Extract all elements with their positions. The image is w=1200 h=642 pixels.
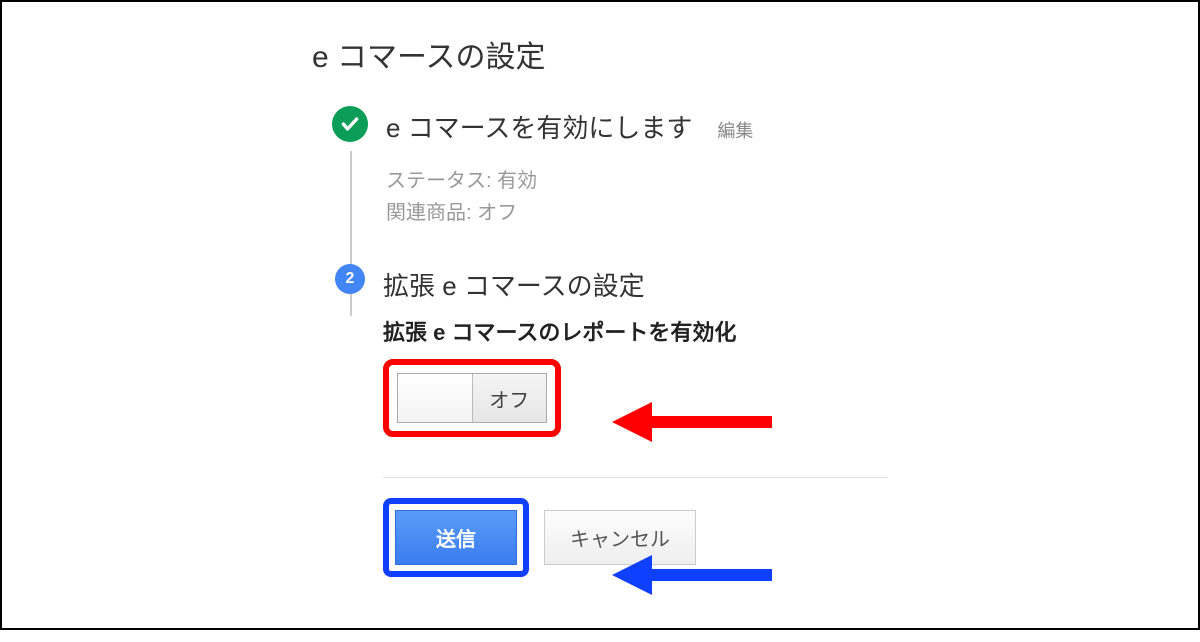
divider (383, 477, 888, 478)
status-value: 有効 (497, 170, 537, 192)
step-1: e コマースを有効にします 編集 ステータス: 有効 関連商品: オフ (332, 106, 888, 229)
submit-button[interactable]: 送信 (395, 510, 517, 565)
related-label: 関連商品: (386, 202, 472, 224)
annotation-arrow-blue-icon (612, 550, 772, 600)
step-1-title: e コマースを有効にします (386, 108, 692, 145)
annotation-arrow-red-icon (612, 397, 772, 447)
edit-link[interactable]: 編集 (717, 117, 753, 143)
page-title: e コマースの設定 (312, 32, 888, 76)
step-1-details: ステータス: 有効 関連商品: オフ (386, 165, 888, 229)
step-2: 2 拡張 e コマースの設定 拡張 e コマースのレポートを有効化 オフ 送信 … (332, 264, 888, 577)
step-2-subtitle: 拡張 e コマースのレポートを有効化 (383, 315, 888, 347)
toggle-on-side (398, 374, 473, 422)
step-number-icon: 2 (335, 264, 365, 294)
enhanced-ecommerce-toggle[interactable]: オフ (397, 373, 547, 423)
toggle-highlight: オフ (383, 359, 561, 437)
step-2-title: 拡張 e コマースの設定 (383, 266, 888, 303)
toggle-off-side: オフ (473, 374, 547, 422)
checkmark-icon (332, 106, 368, 142)
related-value: オフ (477, 202, 517, 224)
status-label: ステータス: (386, 170, 492, 192)
submit-highlight: 送信 (383, 498, 529, 577)
